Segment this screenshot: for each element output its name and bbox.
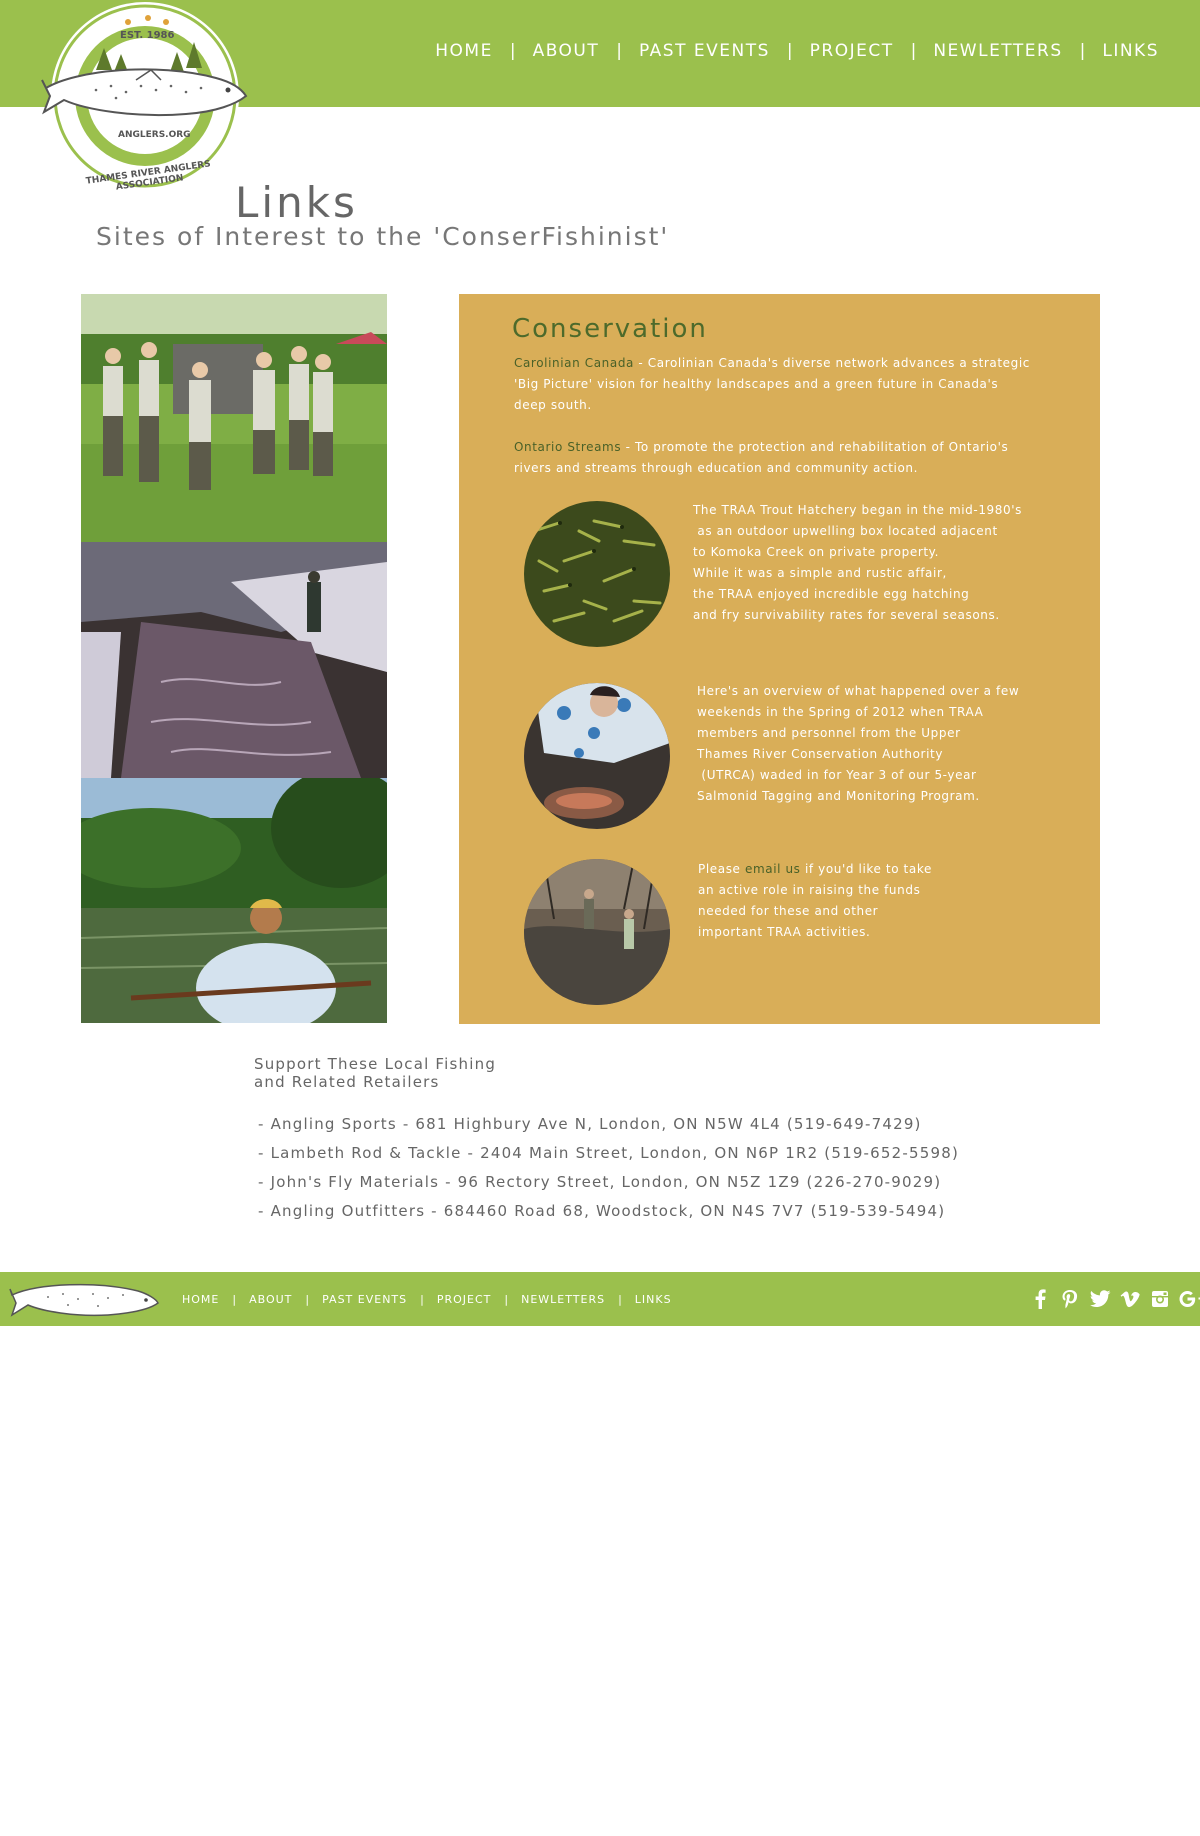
tagging-text-line: Salmonid Tagging and Monitoring Program. <box>697 789 980 803</box>
nav-links[interactable]: LINKS <box>1102 41 1159 61</box>
photo-group-anglers <box>81 294 387 542</box>
email-us-line: an active role in raising the funds <box>698 883 921 897</box>
hatchery-fish-photo[interactable] <box>524 501 670 647</box>
logo-site-text: ANGLERS.ORG <box>118 130 191 140</box>
page-title: Links <box>235 178 358 227</box>
tagging-program-photo[interactable] <box>524 683 670 829</box>
footer-nav-separator: | <box>504 1292 509 1306</box>
social-links <box>1028 1287 1200 1311</box>
hatchery-text-line: and fry survivability rates for several … <box>693 608 1000 622</box>
tagging-program-text: Here's an overview of what happened over… <box>697 681 1027 807</box>
carolinian-canada-link[interactable]: Carolinian Canada <box>514 356 634 370</box>
hatchery-text-line: as an outdoor upwelling box located adja… <box>693 524 998 538</box>
footer-nav-home[interactable]: HOME <box>182 1293 219 1306</box>
retailers-heading-line: Support These Local Fishing <box>254 1055 497 1073</box>
nav-separator: | <box>509 41 516 61</box>
nav-project[interactable]: PROJECT <box>810 41 894 61</box>
retailers-list: - Angling Sports - 681 Highbury Ave N, L… <box>258 1110 959 1226</box>
nav-separator: | <box>1079 41 1086 61</box>
retailers-heading-line: and Related Retailers <box>254 1073 440 1091</box>
logo[interactable]: EST. 1986 ANGLERS.ORG THAMES RIVER ANGLE… <box>36 0 254 196</box>
hatchery-text-line: While it was a simple and rustic affair, <box>693 566 947 580</box>
hatchery-text-line: The TRAA Trout Hatchery began in the mid… <box>693 503 1023 517</box>
nav-separator: | <box>786 41 793 61</box>
tagging-text-line: members and personnel from the Upper <box>697 726 961 740</box>
hatchery-text-line: the TRAA enjoyed incredible egg hatching <box>693 587 970 601</box>
retailer-item: - John's Fly Materials - 96 Rectory Stre… <box>258 1173 942 1191</box>
email-us-text: Please email us if you'd like to take an… <box>698 859 998 943</box>
footer-fish-logo[interactable] <box>8 1275 160 1325</box>
retailer-item: - Angling Outfitters - 684460 Road 68, W… <box>258 1202 946 1220</box>
email-us-link[interactable]: email us <box>745 862 801 876</box>
nav-separator: | <box>910 41 917 61</box>
tagging-text-line: Thames River Conservation Authority <box>697 747 944 761</box>
photo-canoe-river <box>81 778 387 1023</box>
footer-nav-separator: | <box>305 1292 310 1306</box>
ontario-streams-entry: Ontario Streams - To promote the protect… <box>514 437 1034 479</box>
retailers-heading: Support These Local Fishing and Related … <box>254 1055 554 1091</box>
footer-nav-newletters[interactable]: NEWLETTERS <box>521 1293 605 1306</box>
email-us-line: important TRAA activities. <box>698 925 871 939</box>
photo-river-stream <box>81 542 387 778</box>
hatchery-text: The TRAA Trout Hatchery began in the mid… <box>693 500 1023 626</box>
email-us-prefix: Please <box>698 862 745 876</box>
pinterest-icon[interactable] <box>1058 1287 1082 1311</box>
page-subtitle: Sites of Interest to the 'ConserFishinis… <box>96 222 670 251</box>
footer-nav-separator: | <box>232 1292 237 1306</box>
footer-nav-project[interactable]: PROJECT <box>437 1293 492 1306</box>
footer-nav: HOME | ABOUT | PAST EVENTS | PROJECT | N… <box>182 1290 672 1308</box>
google-plus-icon[interactable] <box>1178 1287 1200 1311</box>
twitter-icon[interactable] <box>1088 1287 1112 1311</box>
footer-nav-separator: | <box>618 1292 622 1306</box>
retailer-item: - Lambeth Rod & Tackle - 2404 Main Stree… <box>258 1144 960 1162</box>
nav-separator: | <box>616 41 622 61</box>
fish-icon <box>9 1283 159 1317</box>
footer-nav-links[interactable]: LINKS <box>635 1293 672 1306</box>
hatchery-text-line: to Komoka Creek on private property. <box>693 545 940 559</box>
nav-home[interactable]: HOME <box>435 41 493 61</box>
vimeo-icon[interactable] <box>1118 1287 1142 1311</box>
footer-nav-past-events[interactable]: PAST EVENTS <box>322 1293 407 1306</box>
facebook-icon[interactable] <box>1028 1287 1052 1311</box>
conservation-title: Conservation <box>512 314 708 344</box>
nav-past-events[interactable]: PAST EVENTS <box>639 41 770 61</box>
tagging-text-line: weekends in the Spring of 2012 when TRAA <box>697 705 984 719</box>
main-nav: HOME | ABOUT | PAST EVENTS | PROJECT | N… <box>435 38 1200 64</box>
stream-wading-photo <box>524 859 670 1005</box>
retailer-item: - Angling Sports - 681 Highbury Ave N, L… <box>258 1115 922 1133</box>
instagram-icon[interactable] <box>1148 1287 1172 1311</box>
tagging-text-line: (UTRCA) waded in for Year 3 of our 5-yea… <box>697 768 977 782</box>
carolinian-canada-entry: Carolinian Canada - Carolinian Canada's … <box>514 353 1034 416</box>
nav-newletters[interactable]: NEWLETTERS <box>933 41 1062 61</box>
footer-nav-separator: | <box>420 1292 424 1306</box>
footer-nav-about[interactable]: ABOUT <box>249 1293 292 1306</box>
email-us-suffix: if you'd like to take <box>800 862 932 876</box>
nav-about[interactable]: ABOUT <box>533 41 600 61</box>
email-us-line: needed for these and other <box>698 904 879 918</box>
ontario-streams-link[interactable]: Ontario Streams <box>514 440 621 454</box>
tagging-text-line: Here's an overview of what happened over… <box>697 684 1020 698</box>
logo-est-text: EST. 1986 <box>120 30 175 41</box>
